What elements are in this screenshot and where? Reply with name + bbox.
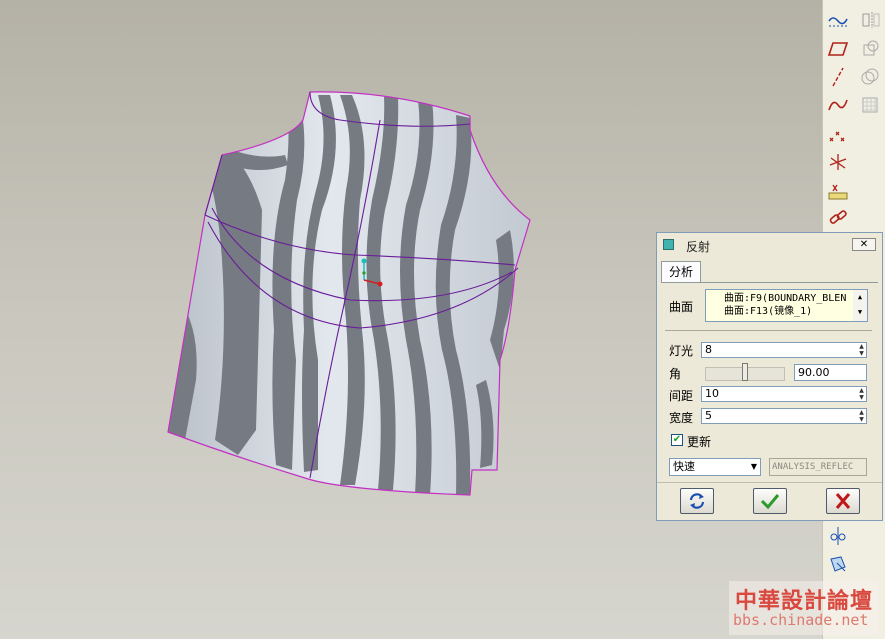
tab-analysis[interactable]: 分析 xyxy=(661,261,701,283)
axis-icon[interactable] xyxy=(825,65,851,89)
shell-icon[interactable] xyxy=(857,37,883,61)
angle-input[interactable]: 90.00 xyxy=(794,364,867,381)
ok-button[interactable] xyxy=(753,488,787,514)
divider xyxy=(665,330,872,331)
repeat-button[interactable] xyxy=(680,488,714,514)
stepper-arrows[interactable]: ▲ ▼ xyxy=(857,343,866,357)
analysis-name-field[interactable]: ANALYSIS_REFLEC xyxy=(769,458,867,476)
mirror-icon[interactable] xyxy=(857,8,883,32)
stepper-arrows[interactable]: ▲ ▼ xyxy=(857,409,866,423)
reflection-dialog: 反射 ✕ 分析 曲面 曲面:F9(BOUNDARY_BLEN 曲面:F13(镜像… xyxy=(656,232,883,521)
analysis-ruler-icon[interactable] xyxy=(825,180,851,204)
surface-label: 曲面 xyxy=(669,300,694,314)
width-label: 宽度 xyxy=(669,411,694,425)
watermark-url: bbs.chinade.net xyxy=(733,611,869,629)
update-label: 更新 xyxy=(687,435,712,449)
angle-slider-thumb[interactable] xyxy=(742,363,748,381)
chain-link-icon[interactable] xyxy=(825,206,851,230)
garment-surface xyxy=(167,91,531,496)
point-icon[interactable] xyxy=(825,122,851,146)
surface-item[interactable]: 曲面:F13(镜像_1) xyxy=(724,305,867,318)
surface-item[interactable]: 曲面:F9(BOUNDARY_BLEN xyxy=(724,292,867,305)
annotation-icon[interactable] xyxy=(825,524,851,548)
divider xyxy=(657,482,882,483)
update-checkbox[interactable]: ✔ xyxy=(671,434,683,446)
stepper-arrows[interactable]: ▲ ▼ xyxy=(857,387,866,401)
width-stepper[interactable]: 5 ▲ ▼ xyxy=(701,408,867,424)
coordinate-system-icon[interactable] xyxy=(825,150,851,174)
checkmark-icon xyxy=(760,494,780,510)
lights-value: 8 xyxy=(705,343,712,356)
spacing-label: 间距 xyxy=(669,389,694,403)
chevron-down-icon[interactable]: ▼ xyxy=(751,459,757,475)
spacing-value: 10 xyxy=(705,387,719,400)
refresh-icon xyxy=(689,493,705,509)
mode-select[interactable]: 快速 ▼ xyxy=(669,458,761,476)
width-value: 5 xyxy=(705,409,712,422)
spacing-stepper[interactable]: 10 ▲ ▼ xyxy=(701,386,867,402)
offset-icon[interactable] xyxy=(857,65,883,89)
lights-stepper[interactable]: 8 ▲ ▼ xyxy=(701,342,867,358)
plane-icon[interactable] xyxy=(825,37,851,61)
close-icon xyxy=(835,493,851,509)
select-icon[interactable] xyxy=(825,552,851,576)
surface-collector[interactable]: 曲面:F9(BOUNDARY_BLEN 曲面:F13(镜像_1) ▲ ▼ xyxy=(705,289,868,322)
pattern-icon[interactable] xyxy=(857,93,883,117)
dialog-titlebar[interactable]: 反射 ✕ xyxy=(657,233,882,257)
lights-label: 灯光 xyxy=(669,344,694,358)
dialog-title: 反射 xyxy=(686,240,711,254)
dialog-app-icon xyxy=(663,239,674,250)
angle-label: 角 xyxy=(669,367,682,381)
mode-value: 快速 xyxy=(673,460,695,473)
surface-list-scrollbar[interactable]: ▲ ▼ xyxy=(853,290,867,321)
tab-panel-border xyxy=(661,282,878,283)
sketch-datum-icon[interactable] xyxy=(825,8,851,32)
curve-icon[interactable] xyxy=(825,93,851,117)
watermark: 中華設計論壇 bbs.chinade.net xyxy=(729,581,879,635)
close-button[interactable]: ✕ xyxy=(852,238,876,251)
cancel-button[interactable] xyxy=(826,488,860,514)
